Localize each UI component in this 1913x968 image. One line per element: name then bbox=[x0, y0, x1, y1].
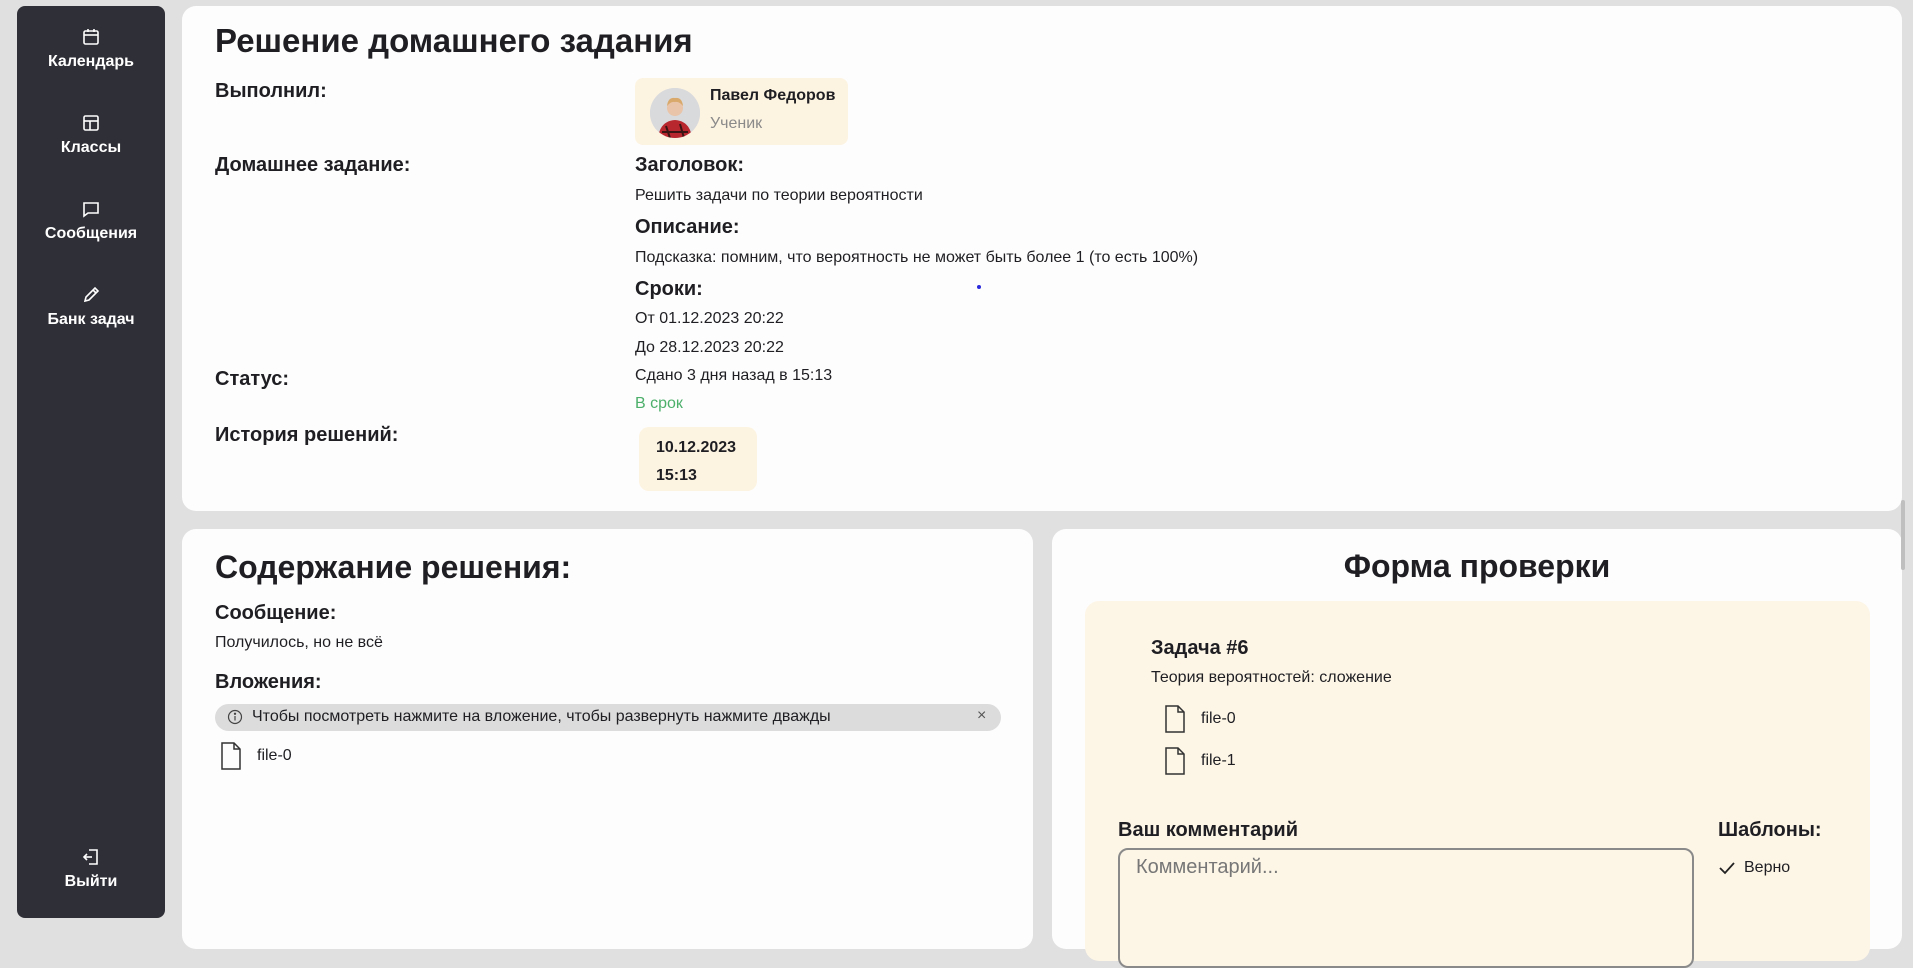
message-icon bbox=[83, 202, 99, 218]
status-badge: В срок bbox=[635, 395, 683, 412]
message-label: Сообщение: bbox=[215, 602, 337, 624]
history-time: 15:13 bbox=[656, 467, 697, 484]
task-box: Задача #6 Теория вероятностей: сложение … bbox=[1085, 601, 1870, 968]
task-heading: Решить задачи по теории вероятности bbox=[635, 187, 923, 204]
message-text: Получилось, но не всё bbox=[215, 634, 383, 651]
status-label: Статус: bbox=[215, 368, 290, 390]
file-name: file-0 bbox=[257, 747, 292, 764]
sidebar-item-label: Календарь bbox=[47, 53, 135, 70]
scrollbar[interactable] bbox=[1901, 500, 1905, 570]
check-form-title: Форма проверки bbox=[1343, 548, 1611, 584]
task-description: Подсказка: помним, что вероятность не мо… bbox=[635, 249, 1199, 266]
sidebar-item-label: Классы bbox=[60, 139, 122, 156]
sidebar-item-task-bank[interactable]: Банк задач bbox=[17, 264, 165, 350]
hint-text: Чтобы посмотреть нажмите на вложение, чт… bbox=[252, 708, 831, 725]
comment-label: Ваш комментарий bbox=[1118, 819, 1299, 841]
attachments-hint: Чтобы посмотреть нажмите на вложение, чт… bbox=[215, 704, 1001, 731]
author-label: Выполнил: bbox=[215, 80, 327, 102]
file-name: file-1 bbox=[1201, 752, 1236, 769]
author-role: Ученик bbox=[710, 115, 763, 132]
logout-button[interactable]: Выйти bbox=[17, 826, 165, 912]
task-description-label: Описание: bbox=[635, 216, 740, 238]
attachment-file[interactable]: file-0 bbox=[219, 742, 292, 770]
avatar-image bbox=[650, 88, 700, 138]
calendar-icon bbox=[83, 29, 99, 45]
attachments-label: Вложения: bbox=[215, 671, 322, 693]
check-icon bbox=[1719, 862, 1735, 875]
task-description: Теория вероятностей: сложение bbox=[1151, 669, 1392, 686]
task-file[interactable]: file-1 bbox=[1163, 747, 1236, 775]
author-chip[interactable]: Павел Федоров Ученик bbox=[635, 78, 848, 145]
file-icon bbox=[221, 742, 241, 770]
cursor-dot bbox=[977, 285, 981, 289]
homework-card: Решение домашнего задания Выполнил: Паве… bbox=[182, 6, 1902, 511]
comment-input[interactable] bbox=[1118, 848, 1694, 968]
templates-label: Шаблоны: bbox=[1718, 819, 1822, 841]
layout-icon bbox=[83, 115, 99, 131]
sidebar-item-label: Сообщения bbox=[44, 225, 138, 242]
task-title: Задача #6 bbox=[1151, 637, 1249, 659]
history-date: 10.12.2023 bbox=[656, 439, 737, 456]
avatar bbox=[650, 88, 700, 138]
task-deadline-from: От 01.12.2023 20:22 bbox=[635, 310, 784, 327]
info-icon bbox=[227, 709, 243, 725]
task-file[interactable]: file-0 bbox=[1163, 705, 1236, 733]
template-label: Верно bbox=[1744, 859, 1791, 876]
logout-icon bbox=[82, 849, 98, 865]
task-deadlines-label: Сроки: bbox=[635, 278, 703, 300]
file-icon bbox=[1165, 747, 1185, 775]
logout-label: Выйти bbox=[64, 873, 118, 890]
solution-card: Содержание решения: Сообщение: Получилос… bbox=[182, 529, 1033, 949]
task-label: Домашнее задание: bbox=[215, 154, 411, 176]
sidebar: Календарь Классы Сообщения Банк задач Вы… bbox=[17, 6, 165, 918]
status-submitted: Сдано 3 дня назад в 15:13 bbox=[635, 367, 833, 384]
sidebar-item-label: Банк задач bbox=[47, 311, 135, 328]
pencil-icon bbox=[83, 286, 100, 303]
history-label: История решений: bbox=[215, 424, 399, 446]
check-form-card: Форма проверки Задача #6 Теория вероятно… bbox=[1052, 529, 1902, 968]
file-name: file-0 bbox=[1201, 710, 1236, 727]
sidebar-item-messages[interactable]: Сообщения bbox=[17, 178, 165, 264]
history-item[interactable]: 10.12.2023 15:13 bbox=[639, 427, 757, 491]
task-deadline-to: До 28.12.2023 20:22 bbox=[635, 339, 784, 356]
sidebar-item-calendar[interactable]: Календарь bbox=[17, 6, 165, 92]
page-title: Решение домашнего задания bbox=[215, 22, 693, 59]
close-icon[interactable]: × bbox=[977, 707, 986, 725]
sidebar-item-classes[interactable]: Классы bbox=[17, 92, 165, 178]
task-heading-label: Заголовок: bbox=[635, 154, 745, 176]
template-item[interactable]: Верно bbox=[1718, 859, 1790, 877]
author-name: Павел Федоров bbox=[710, 87, 836, 104]
solution-title: Содержание решения: bbox=[215, 549, 572, 585]
file-icon bbox=[1165, 705, 1185, 733]
